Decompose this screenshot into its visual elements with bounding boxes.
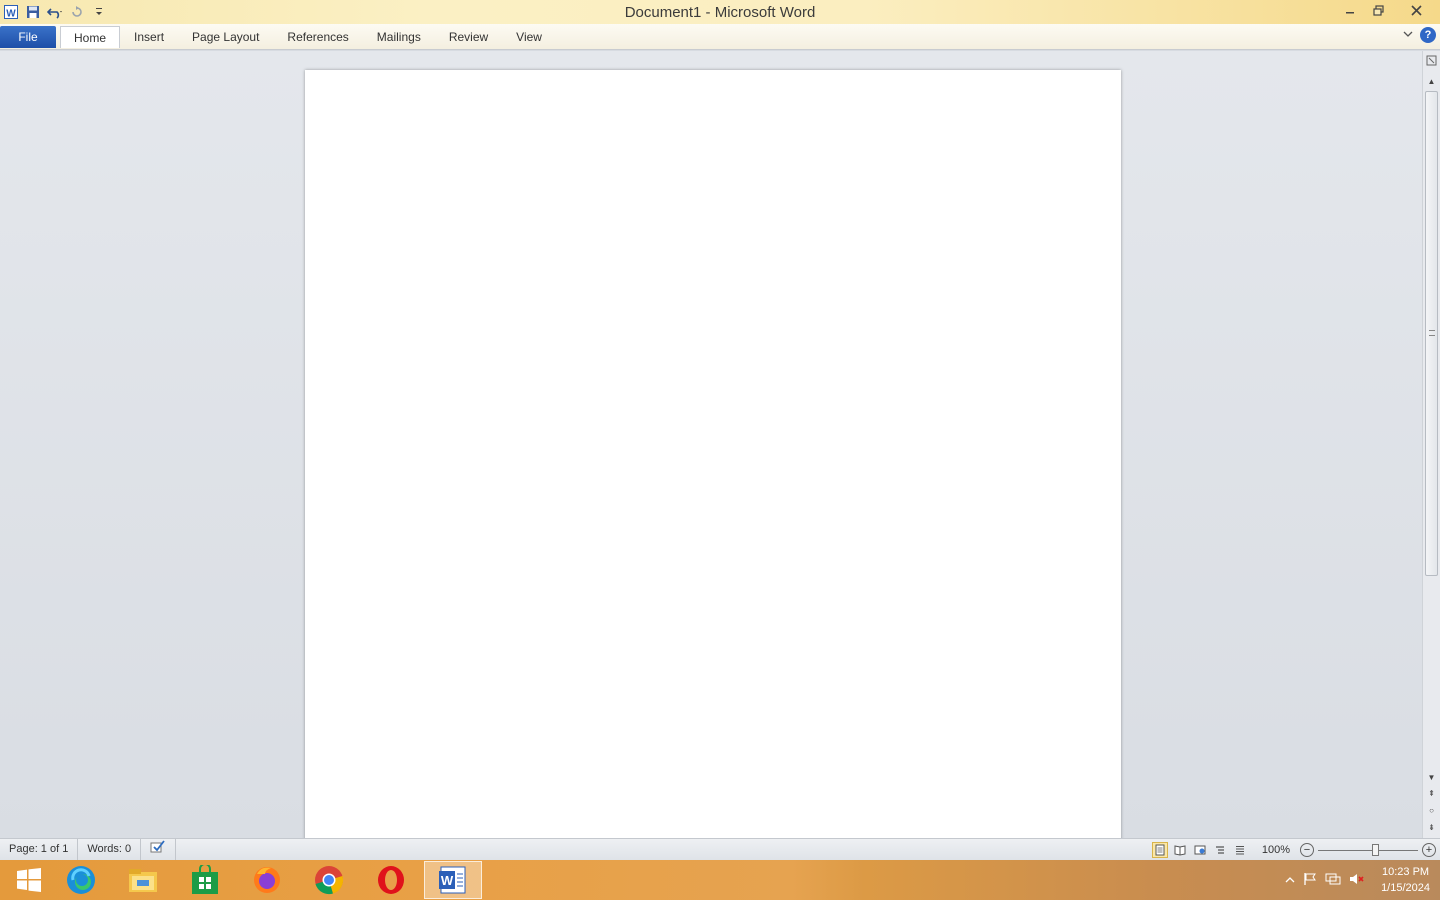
restore-button[interactable] — [1364, 0, 1392, 20]
vertical-scrollbar[interactable]: ▲ ▼ ⇞ ○ ⇟ — [1422, 51, 1440, 838]
document-page[interactable] — [305, 70, 1121, 838]
title-bar: W Document1 - Microsoft Word — [0, 0, 1440, 24]
firefox-icon[interactable] — [238, 861, 296, 899]
tab-home[interactable]: Home — [60, 26, 121, 48]
next-page-icon[interactable]: ⇟ — [1423, 821, 1440, 835]
minimize-button[interactable] — [1336, 0, 1364, 20]
previous-page-icon[interactable]: ⇞ — [1423, 787, 1440, 801]
tab-insert[interactable]: Insert — [120, 26, 178, 48]
zoom-out-button[interactable]: − — [1300, 842, 1314, 857]
show-hidden-icons-icon[interactable] — [1285, 873, 1295, 887]
scrollbar-grip — [1429, 330, 1435, 336]
close-button[interactable] — [1392, 0, 1440, 20]
proofing-icon[interactable] — [141, 839, 177, 860]
chrome-icon[interactable] — [300, 861, 358, 899]
edge-icon[interactable] — [52, 861, 110, 899]
store-icon[interactable] — [176, 861, 234, 899]
system-tray: 10:23 PM 1/15/2024 — [1285, 860, 1430, 900]
expand-ribbon-icon[interactable] — [1402, 28, 1414, 42]
start-button[interactable] — [0, 861, 58, 899]
zoom-slider[interactable] — [1318, 843, 1418, 857]
zoom-slider-knob[interactable] — [1372, 843, 1379, 856]
scroll-up-icon[interactable]: ▲ — [1423, 75, 1440, 89]
browse-object-icon[interactable]: ○ — [1423, 804, 1440, 818]
scrollbar-thumb[interactable] — [1425, 91, 1438, 576]
tab-view[interactable]: View — [502, 26, 556, 48]
scroll-down-icon[interactable]: ▼ — [1423, 771, 1440, 785]
document-workspace — [0, 51, 1422, 838]
outline-view-icon[interactable] — [1212, 842, 1228, 858]
window-title: Document1 - Microsoft Word — [624, 4, 816, 21]
svg-text:W: W — [441, 873, 454, 888]
word-taskbar-icon[interactable]: W — [424, 861, 482, 899]
tab-references[interactable]: References — [273, 26, 362, 48]
taskbar: W 10:23 PM 1/15/2024 — [0, 860, 1440, 900]
action-center-flag-icon[interactable] — [1303, 872, 1317, 889]
file-explorer-icon[interactable] — [114, 861, 172, 899]
tab-page-layout[interactable]: Page Layout — [178, 26, 273, 48]
clock[interactable]: 10:23 PM 1/15/2024 — [1381, 864, 1430, 896]
tab-review[interactable]: Review — [435, 26, 502, 48]
draft-view-icon[interactable] — [1232, 842, 1248, 858]
opera-icon[interactable] — [362, 861, 420, 899]
web-layout-view-icon[interactable] — [1192, 842, 1208, 858]
tab-mailings[interactable]: Mailings — [363, 26, 435, 48]
print-layout-view-icon[interactable] — [1151, 841, 1168, 858]
zoom-level[interactable]: 100% — [1262, 844, 1290, 856]
window-controls — [1336, 0, 1440, 22]
help-icon[interactable]: ? — [1420, 27, 1436, 43]
network-icon[interactable] — [1325, 872, 1341, 889]
ribbon-tab-bar: File Home Insert Page Layout References … — [0, 24, 1440, 50]
ruler-toggle-icon[interactable] — [1423, 55, 1440, 69]
full-screen-reading-view-icon[interactable] — [1172, 842, 1188, 858]
zoom-slider-track — [1318, 849, 1418, 851]
status-bar: Page: 1 of 1 Words: 0 100% − + — [0, 838, 1440, 860]
clock-time: 10:23 PM — [1381, 866, 1430, 878]
page-count[interactable]: Page: 1 of 1 — [0, 839, 79, 860]
word-count[interactable]: Words: 0 — [78, 839, 142, 860]
volume-muted-icon[interactable] — [1349, 872, 1365, 889]
zoom-in-button[interactable]: + — [1422, 842, 1436, 857]
tab-file[interactable]: File — [0, 26, 56, 48]
clock-date: 1/15/2024 — [1381, 882, 1430, 894]
